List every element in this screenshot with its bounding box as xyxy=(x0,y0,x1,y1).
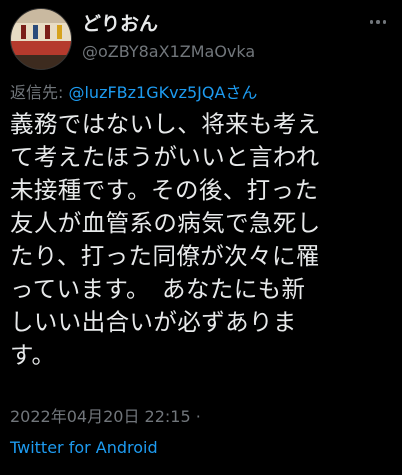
reply-to-label: 返信先: xyxy=(10,83,69,102)
tweet-header: どりおん @oZBY8aX1ZMaOvka xyxy=(10,8,392,70)
tweet-text: 義務ではないし、将来も考え て考えたほうがいいと言われ 未接種です。その後、打っ… xyxy=(10,110,321,369)
tweet-source-link[interactable]: Twitter for Android xyxy=(10,437,158,459)
display-name[interactable]: どりおん xyxy=(82,12,255,36)
tweet-timestamp[interactable]: 2022年04月20日 22:15 · xyxy=(10,406,201,428)
tweet: どりおん @oZBY8aX1ZMaOvka 返信先: @luzFBz1GKvz5… xyxy=(0,0,402,475)
reply-to-handle-link[interactable]: @luzFBz1GKvz5JQAさん xyxy=(68,83,257,102)
avatar[interactable] xyxy=(10,8,72,70)
more-options-icon[interactable] xyxy=(364,10,392,34)
author-names: どりおん @oZBY8aX1ZMaOvka xyxy=(82,12,255,64)
user-handle[interactable]: @oZBY8aX1ZMaOvka xyxy=(82,40,255,64)
reply-to-line: 返信先: @luzFBz1GKvz5JQAさん xyxy=(10,82,257,104)
